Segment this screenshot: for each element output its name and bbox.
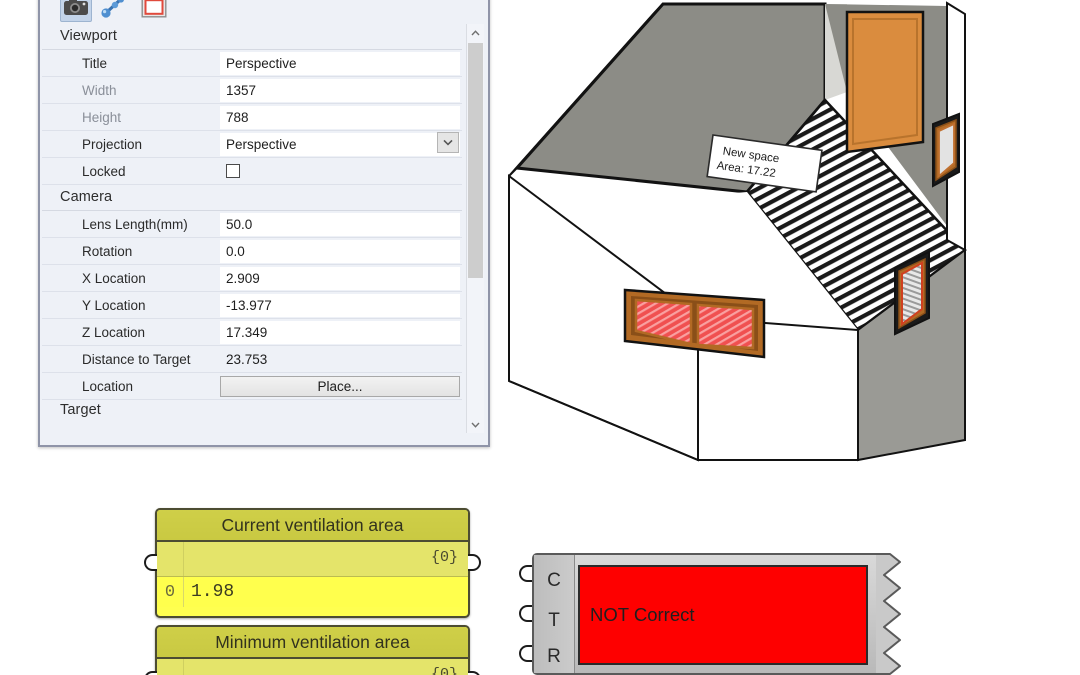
- projection-select[interactable]: Perspective: [220, 132, 460, 156]
- gh-input-T[interactable]: T: [534, 601, 574, 641]
- column-separator: [183, 577, 184, 607]
- row-lens-length[interactable]: Lens Length(mm) 50.0: [42, 211, 462, 238]
- row-label: Title: [82, 55, 108, 71]
- row-label: Projection: [82, 136, 143, 152]
- row-x-location[interactable]: X Location 2.909: [42, 265, 462, 292]
- row-distance-to-target: Distance to Target 23.753: [42, 346, 462, 373]
- row-label: Y Location: [82, 297, 146, 313]
- chevron-down-icon[interactable]: [437, 132, 459, 153]
- 3d-viewport[interactable]: New space Area: 17.22: [495, 0, 1080, 470]
- scroll-down-icon[interactable]: [467, 416, 484, 433]
- row-width[interactable]: Width 1357: [42, 77, 462, 104]
- row-y-location[interactable]: Y Location -13.977: [42, 292, 462, 319]
- gh-component-body: C T R NOT Correct: [532, 553, 880, 675]
- column-separator: [183, 659, 184, 675]
- place-button[interactable]: Place...: [220, 375, 460, 397]
- gh-equality-check-component[interactable]: C T R NOT Correct: [532, 553, 901, 675]
- gh-panel-title: Current ventilation area: [157, 510, 468, 542]
- row-locked[interactable]: Locked: [42, 158, 462, 185]
- height-value-field[interactable]: 788: [220, 105, 460, 129]
- properties-toolbar: [40, 0, 488, 24]
- width-value-field[interactable]: 1357: [220, 78, 460, 102]
- row-label: Location: [82, 378, 134, 394]
- row-projection[interactable]: Projection Perspective: [42, 131, 462, 158]
- z-location-field[interactable]: 17.349: [220, 320, 460, 344]
- gh-branch-path: {0}: [430, 666, 458, 675]
- scrollbar-thumb[interactable]: [468, 43, 483, 278]
- link-icon[interactable]: [98, 0, 130, 22]
- gh-input-R[interactable]: R: [534, 637, 574, 675]
- gh-panel-title: Minimum ventilation area: [157, 627, 468, 659]
- gh-panel-branch-row: {0}: [157, 542, 468, 577]
- gh-input-C[interactable]: C: [534, 561, 574, 601]
- locked-cell: [220, 160, 460, 183]
- row-label: Width: [82, 82, 117, 98]
- gh-output-nub[interactable]: [468, 554, 481, 571]
- y-location-field[interactable]: -13.977: [220, 293, 460, 317]
- gh-nub-input-C[interactable]: [519, 565, 532, 582]
- properties-scrollbar[interactable]: [466, 24, 484, 433]
- column-separator: [183, 542, 184, 576]
- x-location-field[interactable]: 2.909: [220, 266, 460, 290]
- window-right-upper: [932, 112, 960, 188]
- gh-input-nub[interactable]: [144, 671, 157, 675]
- frame-icon[interactable]: [138, 0, 170, 22]
- group-header-viewport: Viewport: [60, 28, 117, 44]
- row-label: Z Location: [82, 324, 146, 340]
- group-header-target: Target: [60, 402, 101, 418]
- gh-component-zigzag-edge: [876, 553, 901, 675]
- gh-nub-input-R[interactable]: [519, 645, 532, 662]
- viewport-properties-panel: Viewport Title Perspective Width 1357 He…: [38, 0, 490, 447]
- gh-result-text: NOT Correct: [590, 604, 695, 625]
- row-rotation[interactable]: Rotation 0.0: [42, 238, 462, 265]
- row-label: Height: [82, 109, 122, 125]
- gh-panel-current-ventilation-area[interactable]: Current ventilation area {0} 0 1.98: [155, 508, 470, 618]
- scroll-up-icon[interactable]: [467, 24, 484, 41]
- row-label: Distance to Target: [82, 351, 191, 367]
- door: [845, 10, 925, 154]
- screen-root: New space Area: 17.22 Viewport Title Per…: [0, 0, 1080, 675]
- lens-length-field[interactable]: 50.0: [220, 212, 460, 236]
- group-header-camera: Camera: [60, 189, 113, 205]
- row-label: Rotation: [82, 243, 133, 259]
- room-model: New space Area: 17.22: [508, 1, 967, 462]
- distance-to-target-value: 23.753: [226, 351, 268, 367]
- row-label: Locked: [82, 163, 126, 179]
- gh-branch-path: {0}: [430, 549, 458, 566]
- locked-checkbox[interactable]: [226, 163, 240, 178]
- gh-nub-input-T[interactable]: [519, 605, 532, 622]
- rotation-field[interactable]: 0.0: [220, 239, 460, 263]
- properties-rows: Viewport Title Perspective Width 1357 He…: [42, 24, 462, 435]
- row-title[interactable]: Title Perspective: [42, 50, 462, 77]
- gh-output-nub[interactable]: [468, 671, 481, 675]
- row-label: X Location: [82, 270, 146, 286]
- gh-row-value: 1.98: [191, 582, 235, 602]
- camera-icon[interactable]: [60, 0, 92, 22]
- gh-result-swatch: NOT Correct: [578, 565, 868, 665]
- gh-input-nub[interactable]: [144, 554, 157, 571]
- row-z-location[interactable]: Z Location 17.349: [42, 319, 462, 346]
- row-label: Lens Length(mm): [82, 216, 188, 232]
- gh-panel-branch-row: {0}: [157, 659, 468, 675]
- row-height[interactable]: Height 788: [42, 104, 462, 131]
- gh-row-index: 0: [164, 582, 176, 602]
- gh-data-row: 0 1.98: [157, 577, 468, 607]
- title-value-field[interactable]: Perspective: [220, 51, 460, 75]
- row-location[interactable]: Location Place...: [42, 373, 462, 400]
- gh-panel-minimum-ventilation-area[interactable]: Minimum ventilation area {0}: [155, 625, 470, 675]
